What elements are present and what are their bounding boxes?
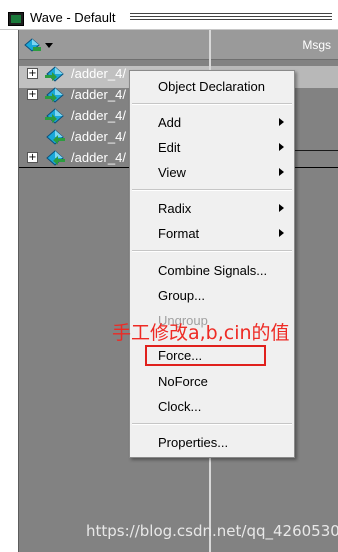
menu-item-label: Properties... [158, 435, 229, 450]
signal-diamond-icon[interactable] [23, 38, 43, 52]
wave-pane-header: Msgs [19, 30, 338, 60]
chevron-down-icon[interactable] [45, 43, 53, 48]
menu-item-label: View [158, 165, 186, 180]
menu-item-label: Clock... [158, 399, 202, 414]
menu-item-label: NoForce [158, 374, 208, 389]
diamond-arrow-icon [45, 108, 64, 124]
expand-icon[interactable]: + [27, 89, 38, 100]
menu-item-label: Radix [158, 201, 192, 216]
chevron-right-icon [279, 204, 284, 212]
expand-icon[interactable]: + [27, 68, 38, 79]
menu-separator [132, 189, 292, 191]
wave-window-icon [8, 12, 24, 26]
diamond-arrow-icon [45, 66, 64, 82]
menu-item-radix[interactable]: Radix [130, 198, 294, 220]
menu-item-label: Edit [158, 140, 181, 155]
chevron-right-icon [279, 143, 284, 151]
signal-name: /adder_4/ [71, 129, 126, 144]
force-highlight-box [145, 345, 266, 366]
signal-name: /adder_4/ [71, 66, 126, 81]
menu-item-view[interactable]: View [130, 162, 294, 184]
menu-item-clock[interactable]: Clock... [130, 396, 294, 418]
diamond-arrow-icon [45, 87, 64, 103]
menu-item-label: Object Declaration [158, 79, 265, 94]
menu-item-add[interactable]: Add [130, 112, 294, 134]
chevron-right-icon [279, 118, 284, 126]
context-menu: Object Declaration Add Edit View Radix F… [129, 70, 295, 458]
diamond-arrow-icon [46, 129, 65, 145]
menu-separator [132, 250, 292, 252]
menu-item-label: Format [158, 226, 200, 241]
msgs-column-header: Msgs [302, 38, 331, 52]
window-title-bar: Wave - Default [0, 0, 338, 30]
menu-item-label: Group... [158, 288, 205, 303]
signal-name: /adder_4/ [71, 150, 126, 165]
menu-item-object-declaration[interactable]: Object Declaration [130, 76, 294, 98]
menu-item-label: Add [158, 115, 182, 130]
menu-item-noforce[interactable]: NoForce [130, 371, 294, 393]
menu-item-combine-signals[interactable]: Combine Signals... [130, 260, 294, 282]
menu-item-edit[interactable]: Edit [130, 137, 294, 159]
watermark: https://blog.csdn.net/qq_42605300 [86, 522, 338, 540]
expand-icon[interactable]: + [27, 152, 38, 163]
signal-name: /adder_4/ [71, 87, 126, 102]
menu-item-format[interactable]: Format [130, 223, 294, 245]
diamond-arrow-icon [46, 150, 65, 166]
menu-item-properties[interactable]: Properties... [130, 432, 294, 454]
menu-item-group[interactable]: Group... [130, 285, 294, 307]
chevron-right-icon [279, 229, 284, 237]
signal-name: /adder_4/ [71, 108, 126, 123]
menu-separator [132, 423, 292, 425]
title-bar-grip[interactable] [130, 13, 332, 20]
annotation-text: 手工修改a,b,cin的值 [112, 322, 290, 344]
menu-separator [132, 103, 292, 105]
menu-item-label: Combine Signals... [158, 263, 268, 278]
window-title: Wave - Default [30, 10, 116, 25]
chevron-right-icon [279, 168, 284, 176]
